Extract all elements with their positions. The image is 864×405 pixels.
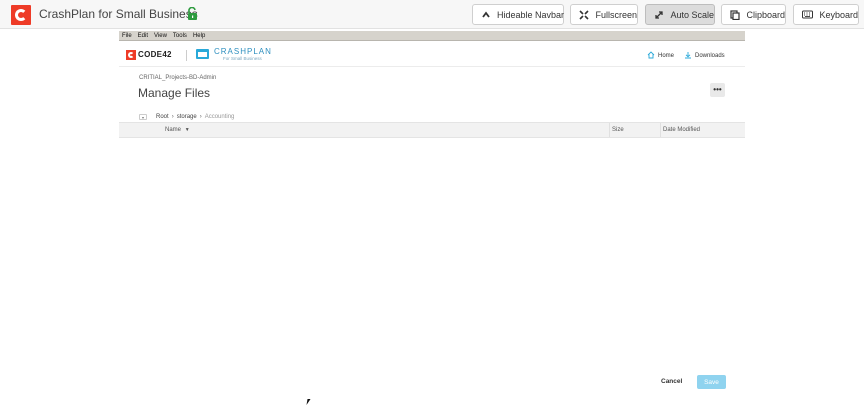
date-modified-column-header[interactable]: Date Modified bbox=[663, 127, 700, 133]
page-title: Manage Files bbox=[138, 86, 211, 100]
name-column-header[interactable]: Name ▼ bbox=[165, 127, 190, 133]
code42-wordmark: CODE42 bbox=[138, 50, 172, 59]
column-divider bbox=[609, 123, 610, 137]
hideable-navbar-label: Hideable Navbar bbox=[497, 9, 565, 20]
clipboard-icon bbox=[730, 9, 740, 21]
home-link-label: Home bbox=[658, 53, 675, 59]
crashplan-wordmark: CRASHPLAN bbox=[214, 47, 272, 56]
keyboard-label: Keyboard bbox=[819, 9, 858, 20]
save-button[interactable]: Save bbox=[697, 375, 726, 389]
mouse-cursor-icon bbox=[306, 399, 311, 405]
app-title: CrashPlan for Small Business bbox=[39, 7, 198, 21]
menu-help[interactable]: Help bbox=[193, 33, 205, 39]
crashplan-logo-icon bbox=[11, 5, 31, 25]
clipboard-label: Clipboard bbox=[746, 9, 785, 20]
code42-logo-icon bbox=[126, 50, 136, 60]
home-link[interactable]: Home bbox=[647, 51, 674, 61]
cancel-button[interactable]: Cancel bbox=[661, 378, 682, 385]
breadcrumb-storage[interactable]: storage bbox=[177, 114, 197, 120]
file-table-header: Name ▼ Size Date Modified bbox=[119, 122, 745, 138]
downloads-link-label: Downloads bbox=[695, 53, 725, 59]
fullscreen-button[interactable]: Fullscreen bbox=[570, 4, 638, 25]
breadcrumb-root[interactable]: Root bbox=[156, 114, 169, 120]
unlock-icon bbox=[188, 7, 197, 20]
clipboard-button[interactable]: Clipboard bbox=[721, 4, 786, 25]
menu-view[interactable]: View bbox=[154, 33, 167, 39]
size-column-header[interactable]: Size bbox=[612, 127, 624, 133]
brand-header: CODE42 CRASHPLAN For Small Business Home… bbox=[119, 41, 745, 67]
device-name: CRITIAL_Projects-BD-Admin bbox=[139, 75, 217, 81]
fullscreen-label: Fullscreen bbox=[595, 9, 637, 20]
more-options-button[interactable]: ••• bbox=[710, 83, 725, 97]
breadcrumb-dropdown-icon[interactable]: ▾ bbox=[139, 114, 147, 120]
downloads-link[interactable]: Downloads bbox=[684, 51, 725, 61]
crashplan-folder-icon bbox=[196, 49, 209, 59]
auto-scale-label: Auto Scale bbox=[670, 9, 714, 20]
keyboard-icon bbox=[802, 9, 814, 21]
remote-app-window: File Edit View Tools Help CODE42 CRASHPL… bbox=[119, 31, 745, 139]
resize-icon bbox=[654, 9, 664, 21]
chevron-right-icon: › bbox=[199, 114, 202, 120]
menu-tools[interactable]: Tools bbox=[173, 33, 187, 39]
auto-scale-button[interactable]: Auto Scale bbox=[645, 4, 715, 25]
sort-desc-icon: ▼ bbox=[184, 127, 190, 133]
breadcrumb: Root › storage › Accounting bbox=[156, 114, 234, 120]
top-navbar: CrashPlan for Small Business Hideable Na… bbox=[0, 0, 864, 29]
breadcrumb-current: Accounting bbox=[204, 114, 235, 120]
chevron-right-icon: › bbox=[171, 114, 174, 120]
crashplan-subtitle: For Small Business bbox=[223, 56, 262, 61]
column-divider bbox=[660, 123, 661, 137]
download-icon bbox=[684, 51, 692, 61]
name-column-label: Name bbox=[165, 127, 182, 133]
chevron-up-icon bbox=[481, 9, 491, 21]
fullscreen-icon bbox=[579, 9, 589, 21]
keyboard-button[interactable]: Keyboard bbox=[793, 4, 859, 25]
hideable-navbar-button[interactable]: Hideable Navbar bbox=[472, 4, 564, 25]
brand-divider bbox=[186, 50, 187, 61]
menu-bar: File Edit View Tools Help bbox=[119, 31, 745, 41]
menu-edit[interactable]: Edit bbox=[138, 33, 148, 39]
menu-file[interactable]: File bbox=[122, 33, 132, 39]
home-icon bbox=[647, 51, 655, 61]
